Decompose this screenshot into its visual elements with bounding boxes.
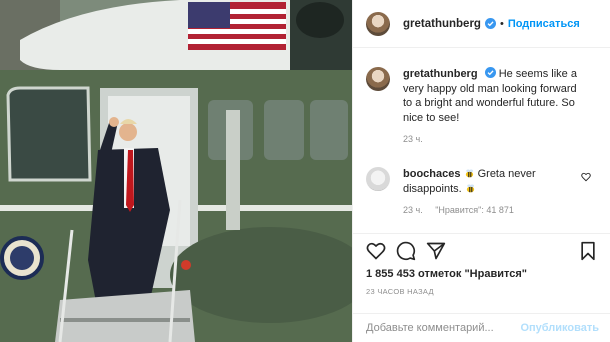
follow-button[interactable]: Подписаться — [508, 18, 580, 30]
post-header: gretathunberg • Подписаться — [353, 0, 610, 48]
caption: gretathunberg He seems like a very happy… — [366, 67, 596, 147]
share-icon[interactable] — [426, 241, 446, 261]
avatar[interactable] — [366, 11, 390, 36]
comment-item: boochaces Greta never disappoints. 23 ч.… — [366, 167, 596, 218]
avatar[interactable] — [366, 67, 390, 91]
comments-section: gretathunberg He seems like a very happy… — [353, 49, 610, 233]
verified-icon — [484, 67, 496, 78]
post-photo[interactable] — [0, 0, 352, 342]
separator-dot: • — [499, 17, 504, 30]
add-comment-bar: Опубликовать — [353, 313, 610, 342]
caption-username[interactable]: gretathunberg — [403, 68, 478, 80]
caption-time[interactable]: 23 ч. — [403, 134, 423, 144]
action-bar — [353, 233, 610, 263]
post-timestamp[interactable]: 23 ЧАСОВ НАЗАД — [366, 287, 434, 296]
bee-icon — [466, 183, 474, 192]
comment-icon[interactable] — [396, 241, 416, 261]
verified-icon — [484, 18, 496, 29]
helicopter-photo — [0, 0, 352, 342]
comment-body: boochaces Greta never disappoints. 23 ч.… — [403, 167, 563, 218]
instagram-post: gretathunberg • Подписаться gretathunber… — [0, 0, 610, 342]
bookmark-icon[interactable] — [578, 241, 598, 261]
like-icon[interactable] — [366, 241, 386, 261]
publish-button[interactable]: Опубликовать — [520, 322, 599, 334]
comment-input[interactable] — [366, 322, 526, 334]
author-username[interactable]: gretathunberg — [403, 18, 481, 30]
comment-time[interactable]: 23 ч. — [403, 205, 423, 215]
avatar[interactable] — [366, 167, 390, 191]
caption-body: gretathunberg He seems like a very happy… — [403, 67, 583, 147]
caption-meta: 23 ч. — [403, 132, 583, 147]
likes-count[interactable]: 1 855 453 отметок "Нравится" — [366, 268, 527, 280]
post-sidebar: gretathunberg • Подписаться gretathunber… — [352, 0, 610, 342]
heart-small-icon[interactable] — [581, 172, 591, 182]
comment-meta: 23 ч. "Нравится": 41 871 — [403, 203, 563, 218]
comment-username[interactable]: boochaces — [403, 168, 460, 180]
comment-likes[interactable]: "Нравится": 41 871 — [435, 205, 514, 215]
bee-icon — [465, 169, 473, 178]
